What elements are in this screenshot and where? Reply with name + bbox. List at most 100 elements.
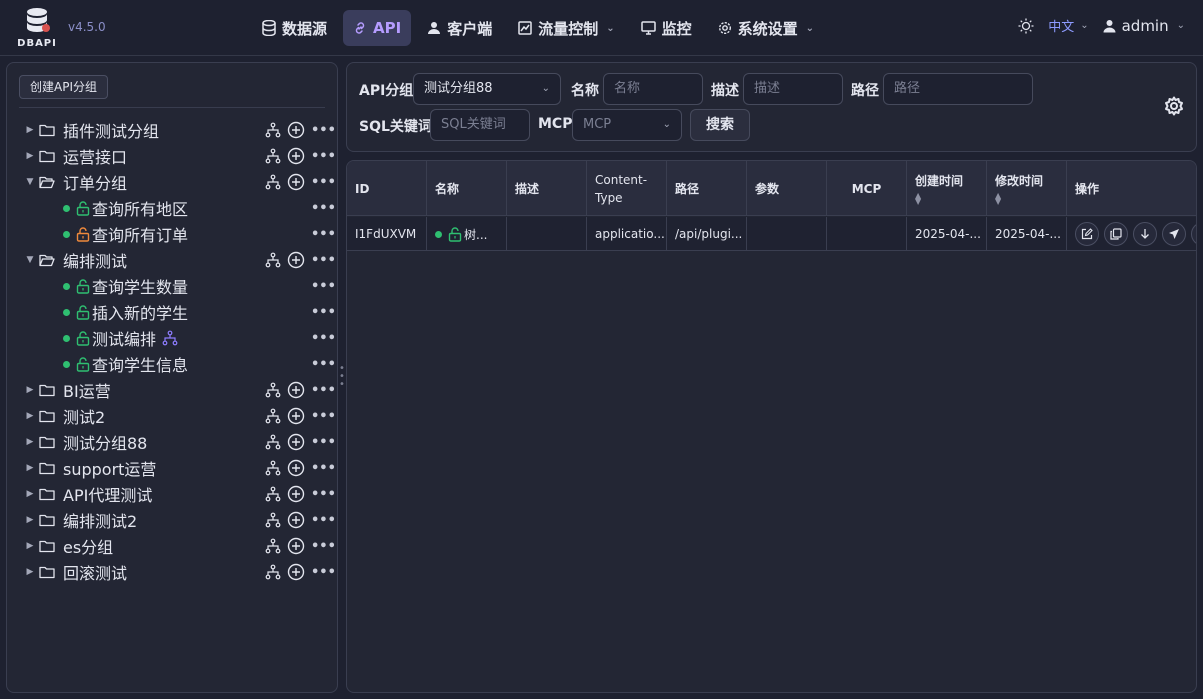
- more-actions-button[interactable]: [1191, 222, 1196, 246]
- caret-right-icon[interactable]: ▶: [21, 567, 39, 577]
- flow-icon[interactable]: [265, 486, 281, 502]
- tree-group[interactable]: ▶ 回滚测试 •••: [21, 559, 336, 585]
- tree-api-item[interactable]: 测试编排 •••: [21, 325, 336, 351]
- caret-right-icon[interactable]: ▶: [21, 125, 39, 135]
- col-modified-time[interactable]: 修改时间 ▲ ▼: [987, 161, 1067, 216]
- tree-group[interactable]: ▶ 编排测试2 •••: [21, 507, 336, 533]
- caret-down-icon[interactable]: ▼: [21, 255, 39, 265]
- table-row[interactable]: I1FdUXVM 树... applicatio... /api/plugi..…: [347, 217, 1196, 251]
- tree-group[interactable]: ▼ 编排测试 •••: [21, 247, 336, 273]
- tree-api-item[interactable]: 查询所有地区 •••: [21, 195, 336, 221]
- flow-icon[interactable]: [265, 564, 281, 580]
- caret-right-icon[interactable]: ▶: [21, 489, 39, 499]
- add-icon[interactable]: [287, 563, 305, 581]
- caret-right-icon[interactable]: ▶: [21, 437, 39, 447]
- add-icon[interactable]: [287, 121, 305, 139]
- more-icon[interactable]: •••: [311, 201, 336, 216]
- more-icon[interactable]: •••: [311, 513, 336, 528]
- copy-button[interactable]: [1104, 222, 1128, 246]
- tree-group[interactable]: ▶ 测试分组88 •••: [21, 429, 336, 455]
- more-icon[interactable]: •••: [311, 383, 336, 398]
- add-icon[interactable]: [287, 485, 305, 503]
- nav-settings[interactable]: 系统设置 ⌄: [708, 10, 824, 46]
- col-created-time[interactable]: 创建时间 ▲ ▼: [907, 161, 987, 216]
- add-icon[interactable]: [287, 433, 305, 451]
- create-api-group-button[interactable]: 创建API分组: [19, 75, 108, 99]
- flow-icon[interactable]: [265, 252, 281, 268]
- user-menu[interactable]: admin ⌄: [1103, 17, 1185, 35]
- more-icon[interactable]: •••: [311, 409, 336, 424]
- flow-icon[interactable]: [265, 512, 281, 528]
- name-input[interactable]: 名称: [603, 73, 703, 105]
- download-button[interactable]: [1133, 222, 1157, 246]
- add-icon[interactable]: [287, 511, 305, 529]
- add-icon[interactable]: [287, 147, 305, 165]
- flow-icon[interactable]: [265, 122, 281, 138]
- tree-group[interactable]: ▶ 插件测试分组 •••: [21, 117, 336, 143]
- add-icon[interactable]: [287, 537, 305, 555]
- tree-api-item[interactable]: 查询所有订单 •••: [21, 221, 336, 247]
- tree-group[interactable]: ▶ support运营 •••: [21, 455, 336, 481]
- add-icon[interactable]: [287, 381, 305, 399]
- caret-right-icon[interactable]: ▶: [21, 151, 39, 161]
- more-icon[interactable]: •••: [311, 487, 336, 502]
- flow-icon[interactable]: [265, 434, 281, 450]
- nav-datasource[interactable]: 数据源: [252, 10, 337, 46]
- more-icon[interactable]: •••: [311, 539, 336, 554]
- gear-icon[interactable]: [1164, 96, 1184, 116]
- more-icon[interactable]: •••: [311, 435, 336, 450]
- flow-icon[interactable]: [265, 174, 281, 190]
- more-icon[interactable]: •••: [311, 279, 336, 294]
- caret-right-icon[interactable]: ▶: [21, 463, 39, 473]
- sql-keyword-input[interactable]: SQL关键词: [430, 109, 530, 141]
- flow-icon[interactable]: [265, 148, 281, 164]
- mcp-select[interactable]: MCP ⌄: [572, 109, 682, 141]
- add-icon[interactable]: [287, 459, 305, 477]
- more-icon[interactable]: •••: [311, 461, 336, 476]
- flow-icon[interactable]: [265, 408, 281, 424]
- caret-right-icon[interactable]: ▶: [21, 515, 39, 525]
- dbapi-logo[interactable]: DBAPI: [14, 6, 62, 50]
- description-input[interactable]: 描述: [743, 73, 843, 105]
- more-icon[interactable]: •••: [311, 175, 336, 190]
- sort-icon[interactable]: ▲ ▼: [915, 192, 921, 206]
- sort-icon[interactable]: ▲ ▼: [995, 192, 1001, 206]
- add-icon[interactable]: [287, 251, 305, 269]
- path-input[interactable]: 路径: [883, 73, 1033, 105]
- add-icon[interactable]: [287, 407, 305, 425]
- tree-group[interactable]: ▶ 运营接口 •••: [21, 143, 336, 169]
- caret-down-icon[interactable]: ▼: [21, 177, 39, 187]
- tree-group[interactable]: ▶ API代理测试 •••: [21, 481, 336, 507]
- more-icon[interactable]: •••: [311, 305, 336, 320]
- nav-client[interactable]: 客户端: [417, 10, 502, 46]
- more-icon[interactable]: •••: [311, 357, 336, 372]
- flow-icon[interactable]: [265, 538, 281, 554]
- tree-api-item[interactable]: 查询学生数量 •••: [21, 273, 336, 299]
- edit-button[interactable]: [1075, 222, 1099, 246]
- caret-right-icon[interactable]: ▶: [21, 411, 39, 421]
- tree-group[interactable]: ▶ es分组 •••: [21, 533, 336, 559]
- language-selector[interactable]: 中文 ⌄: [1048, 16, 1088, 35]
- more-icon[interactable]: •••: [311, 253, 336, 268]
- publish-button[interactable]: [1162, 222, 1186, 246]
- add-icon[interactable]: [287, 173, 305, 191]
- search-button[interactable]: 搜索: [690, 109, 750, 141]
- nav-traffic-control[interactable]: 流量控制 ⌄: [508, 10, 624, 46]
- nav-api[interactable]: API: [343, 10, 412, 46]
- tree-api-item[interactable]: 查询学生信息 •••: [21, 351, 336, 377]
- tree-api-item[interactable]: 插入新的学生 •••: [21, 299, 336, 325]
- tree-group[interactable]: ▶ BI运营 •••: [21, 377, 336, 403]
- nav-monitor[interactable]: 监控: [631, 10, 702, 46]
- more-icon[interactable]: •••: [311, 149, 336, 164]
- more-icon[interactable]: •••: [311, 565, 336, 580]
- panel-splitter-handle[interactable]: • • •: [339, 364, 345, 391]
- flow-icon[interactable]: [265, 460, 281, 476]
- group-select[interactable]: 测试分组88 ⌄: [413, 73, 561, 105]
- caret-right-icon[interactable]: ▶: [21, 385, 39, 395]
- tree-group[interactable]: ▼ 订单分组 •••: [21, 169, 336, 195]
- tree-group[interactable]: ▶ 测试2 •••: [21, 403, 336, 429]
- more-icon[interactable]: •••: [311, 331, 336, 346]
- caret-right-icon[interactable]: ▶: [21, 541, 39, 551]
- sun-icon[interactable]: [1018, 18, 1034, 34]
- more-icon[interactable]: •••: [311, 123, 336, 138]
